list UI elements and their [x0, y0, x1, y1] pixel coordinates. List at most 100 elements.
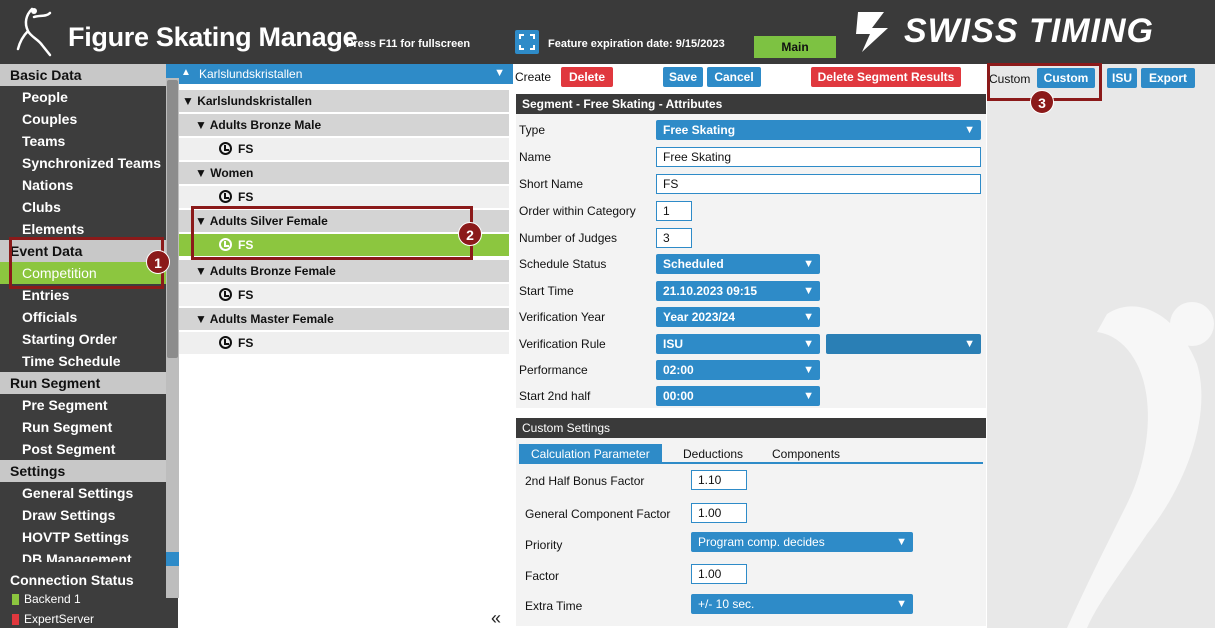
- factor-input[interactable]: 1.00: [691, 564, 747, 584]
- chevron-down-icon: ▼: [964, 338, 975, 350]
- tab-components[interactable]: Components: [772, 444, 840, 464]
- type-select[interactable]: Free Skating ▼: [656, 120, 981, 140]
- fullscreen-icon: [519, 34, 535, 50]
- create-label[interactable]: Create: [515, 70, 551, 84]
- backend-label: Backend 1: [24, 592, 81, 606]
- verification-year-value: Year 2023/24: [663, 310, 736, 324]
- tree-category-label: Adults Bronze Female: [209, 264, 336, 278]
- tree-category-adults-bronze-female[interactable]: ▼ Adults Bronze Female: [179, 260, 509, 282]
- verification-year-select[interactable]: Year 2023/24 ▼: [656, 307, 820, 327]
- general-component-factor-label: General Component Factor: [525, 507, 671, 521]
- nav-item-db-management[interactable]: DB Management: [0, 548, 166, 562]
- clock-icon: [219, 190, 232, 204]
- bonus-factor-input[interactable]: 1.10: [691, 470, 747, 490]
- priority-value: Program comp. decides: [698, 535, 825, 549]
- general-component-factor-input[interactable]: 1.00: [691, 503, 747, 523]
- chevron-down-icon: ▼: [803, 390, 814, 402]
- nav-item-clubs[interactable]: Clubs: [0, 196, 166, 218]
- schedule-status-label: Schedule Status: [519, 257, 607, 271]
- tree-segment-fs[interactable]: FS: [179, 284, 509, 306]
- priority-select[interactable]: Program comp. decides ▼: [691, 532, 913, 552]
- type-value: Free Skating: [663, 123, 736, 137]
- nav-item-run-segment[interactable]: Run Segment: [0, 416, 166, 438]
- scroll-down-icon[interactable]: [166, 552, 179, 566]
- isu-button[interactable]: ISU: [1107, 68, 1137, 88]
- extra-time-select[interactable]: +/- 10 sec. ▼: [691, 594, 913, 614]
- start-2nd-half-select[interactable]: 00:00 ▼: [656, 386, 820, 406]
- segment-panel: Create Delete Save Cancel Delete Segment…: [513, 64, 987, 628]
- nav-item-people[interactable]: People: [0, 86, 166, 108]
- performance-select[interactable]: 02:00 ▼: [656, 360, 820, 380]
- tree-category-adults-bronze-male[interactable]: ▼ Adults Bronze Male: [179, 114, 509, 136]
- nav-item-draw-settings[interactable]: Draw Settings: [0, 504, 166, 526]
- nav-item-officials[interactable]: Officials: [0, 306, 166, 328]
- short-name-input[interactable]: FS: [656, 174, 981, 194]
- cancel-button[interactable]: Cancel: [707, 67, 761, 87]
- connection-expert: ExpertServer: [12, 612, 94, 626]
- judges-input[interactable]: 3: [656, 228, 692, 248]
- tree-segment-fs[interactable]: FS: [179, 138, 509, 160]
- tree-segment-label: FS: [238, 142, 254, 156]
- nav-item-couples[interactable]: Couples: [0, 108, 166, 130]
- fullscreen-button[interactable]: [515, 30, 539, 54]
- name-label: Name: [519, 150, 552, 164]
- tree-segment-fs[interactable]: FS: [179, 186, 509, 208]
- save-button[interactable]: Save: [663, 67, 703, 87]
- scroll-thumb[interactable]: [167, 80, 178, 358]
- feature-expiration: Feature expiration date: 9/15/2023: [548, 38, 725, 50]
- scroll-up-icon[interactable]: [166, 64, 179, 78]
- delete-segment-results-button[interactable]: Delete Segment Results: [811, 67, 961, 87]
- callout-box-1: [9, 237, 164, 289]
- bonus-factor-label: 2nd Half Bonus Factor: [525, 474, 645, 488]
- tree-root-node[interactable]: ▼ Karlslundskristallen: [179, 90, 509, 112]
- extra-time-value: +/- 10 sec.: [698, 597, 755, 611]
- nav-item-nations[interactable]: Nations: [0, 174, 166, 196]
- tab-calculation-parameter[interactable]: Calculation Parameter: [519, 444, 662, 464]
- nav-item-general-settings[interactable]: General Settings: [0, 482, 166, 504]
- verification-rule-value: ISU: [663, 337, 684, 351]
- expert-status-icon: [12, 614, 19, 626]
- nav-item-pre-segment[interactable]: Pre Segment: [0, 394, 166, 416]
- verification-rule-select[interactable]: ISU ▼: [656, 334, 820, 354]
- order-input[interactable]: 1: [656, 201, 692, 221]
- start-time-select[interactable]: 21.10.2023 09:15 ▼: [656, 281, 820, 301]
- tree-segment-label: FS: [238, 190, 254, 204]
- left-navigation: Basic Data People Couples Teams Synchron…: [0, 64, 166, 598]
- tab-deductions[interactable]: Deductions: [683, 444, 743, 464]
- right-area: Custom Custom ISU Export: [987, 64, 1215, 628]
- name-input[interactable]: Free Skating: [656, 147, 981, 167]
- chevron-down-icon: ▼: [803, 285, 814, 297]
- connection-backend: Backend 1: [12, 592, 81, 606]
- connection-status-title: Connection Status: [10, 572, 134, 588]
- verification-rule-secondary-select[interactable]: ▼: [826, 334, 981, 354]
- export-button[interactable]: Export: [1141, 68, 1195, 88]
- schedule-status-select[interactable]: Scheduled ▼: [656, 254, 820, 274]
- nav-item-synchronized-teams[interactable]: Synchronized Teams: [0, 152, 166, 174]
- nav-scrollbar[interactable]: [166, 64, 179, 598]
- collapse-panel-icon[interactable]: «: [491, 608, 501, 628]
- tree-category-women[interactable]: ▼ Women: [179, 162, 509, 184]
- nav-item-starting-order[interactable]: Starting Order: [0, 328, 166, 350]
- nav-item-teams[interactable]: Teams: [0, 130, 166, 152]
- type-label: Type: [519, 123, 546, 137]
- nav-header-settings: Settings: [0, 460, 166, 482]
- skater-watermark-icon: [1067, 302, 1214, 628]
- nav-item-post-segment[interactable]: Post Segment: [0, 438, 166, 460]
- competition-select[interactable]: ▲ Karlslundskristallen ▼: [179, 64, 513, 84]
- chevron-down-icon: ▼: [896, 598, 907, 610]
- tree-segment-fs[interactable]: FS: [179, 332, 509, 354]
- collapse-up-icon[interactable]: ▲: [181, 67, 191, 78]
- extra-time-label: Extra Time: [525, 599, 583, 613]
- nav-header-basic-data: Basic Data: [0, 64, 166, 86]
- nav-item-time-schedule[interactable]: Time Schedule: [0, 350, 166, 372]
- delete-button[interactable]: Delete: [561, 67, 613, 87]
- tree-category-adults-master-female[interactable]: ▼ Adults Master Female: [179, 308, 509, 330]
- chevron-down-icon: ▼: [494, 67, 505, 79]
- skater-logo-icon: [16, 7, 52, 57]
- nav-item-hovtp-settings[interactable]: HOVTP Settings: [0, 526, 166, 548]
- app-window: Figure Skating Manage Press F11 for full…: [0, 0, 1215, 628]
- priority-label: Priority: [525, 538, 563, 552]
- callout-number-2: 2: [458, 222, 482, 246]
- chevron-down-icon: ▼: [803, 258, 814, 270]
- main-badge[interactable]: Main: [754, 36, 836, 58]
